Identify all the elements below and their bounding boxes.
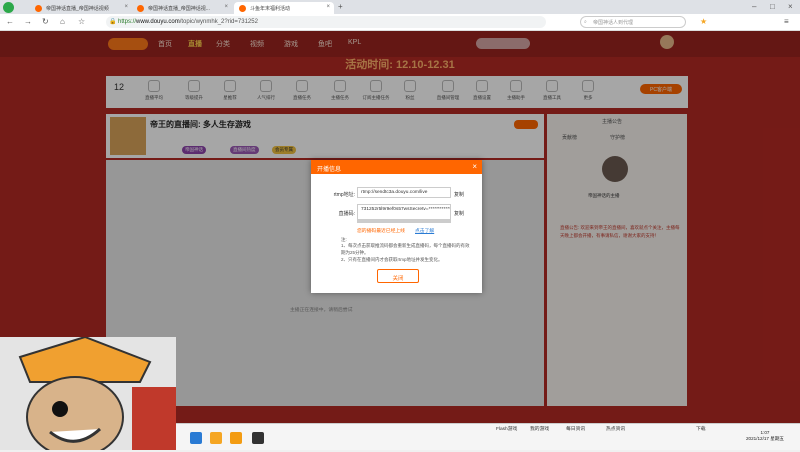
- browser-tab-3[interactable]: 斗鱼年末福利活动 ×: [234, 2, 334, 14]
- taskbar-download[interactable]: 下载: [696, 425, 706, 432]
- extension-icon[interactable]: ★: [700, 17, 707, 27]
- webcam-character-image: [0, 335, 176, 452]
- rtmp-address-field[interactable]: rtmp://sendtc3a.douyu.com/live: [357, 187, 451, 198]
- webcam-overlay: [0, 335, 176, 452]
- copy-key-button[interactable]: 复制: [454, 210, 464, 217]
- lock-icon: 🔒: [109, 19, 117, 25]
- close-icon[interactable]: ×: [326, 4, 330, 10]
- search-placeholder: 帝国神话人到代理: [593, 20, 634, 26]
- taskbar-hot-link[interactable]: 热点资讯: [606, 425, 625, 432]
- back-icon[interactable]: ←: [6, 17, 14, 27]
- browser-tab-2[interactable]: 帝国神话直播_帝国神话视... ×: [132, 2, 232, 14]
- tab-favicon-icon: [35, 5, 42, 12]
- stream-key-field[interactable]: 731252r5l9r9ef0s57wsSecretv=************: [357, 204, 451, 220]
- browser-logo-icon[interactable]: [3, 2, 14, 13]
- learn-more-link[interactable]: 点击了解: [415, 227, 434, 234]
- tab-label: 斗鱼年末福利活动: [250, 6, 291, 12]
- close-dialog-button[interactable]: 关闭: [377, 269, 419, 283]
- browser-search-input[interactable]: ⌕ 帝国神话人到代理: [580, 16, 686, 28]
- tab-label: 帝国神话直播_帝国神话视频: [46, 6, 109, 12]
- close-icon[interactable]: ×: [124, 4, 128, 10]
- note-line: 1、每次点击获取推流码都会重新生成直播码，每个直播码的有效期为25分钟。: [341, 243, 470, 255]
- copy-rtmp-button[interactable]: 复制: [454, 191, 464, 198]
- home-icon[interactable]: ⌂: [60, 17, 65, 27]
- forward-icon[interactable]: →: [24, 17, 32, 27]
- warn-text: 您的播码最近已经上线: [357, 229, 405, 234]
- rtmp-label: rtmp地址:: [333, 192, 355, 198]
- taskbar-app-icon[interactable]: [252, 432, 264, 444]
- close-window-icon[interactable]: ×: [788, 2, 793, 12]
- browser-tab-1[interactable]: 帝国神话直播_帝国神话视频 ×: [30, 2, 132, 14]
- url-path: /topic/wynmhk_2?rid=731252: [179, 19, 258, 25]
- taskbar-flash-link[interactable]: Flash游戏: [496, 425, 517, 432]
- tab-favicon-icon: [239, 5, 246, 12]
- close-icon[interactable]: ×: [472, 162, 477, 171]
- maximize-icon[interactable]: □: [770, 2, 775, 12]
- minimize-icon[interactable]: –: [752, 2, 756, 12]
- url-domain: www.douyu.com: [136, 19, 180, 25]
- taskbar-daily-link[interactable]: 每日资讯: [566, 425, 585, 432]
- taskbar-app-icon[interactable]: [210, 432, 222, 444]
- clock-date: 2021/12/17 星期五: [745, 436, 785, 441]
- stream-key-label: 直播码:: [338, 211, 355, 217]
- url-scheme: https://: [118, 19, 137, 25]
- key-scrollbar[interactable]: [357, 220, 451, 223]
- tab-label: 帝国神话直播_帝国神话视...: [148, 6, 210, 12]
- dialog-title: 开播信息: [311, 160, 482, 174]
- taskbar-games-link[interactable]: 我的游戏: [530, 425, 549, 432]
- tab-favicon-icon: [137, 5, 144, 12]
- taskbar: [176, 423, 800, 450]
- note-line: 2、只有在直播间内才会获取rtmp地址并发生变化。: [341, 257, 443, 262]
- address-input[interactable]: 🔒 https://www.douyu.com/topic/wynmhk_2?ri…: [106, 16, 546, 28]
- close-icon[interactable]: ×: [224, 4, 228, 10]
- taskbar-app-icon[interactable]: [190, 432, 202, 444]
- bookmark-star-icon[interactable]: ☆: [78, 17, 85, 27]
- stream-info-dialog: 开播信息 × rtmp地址: rtmp://sendtc3a.douyu.com…: [311, 160, 482, 293]
- new-tab-icon[interactable]: +: [338, 2, 343, 12]
- search-icon: ⌕: [584, 19, 587, 25]
- menu-icon[interactable]: ≡: [784, 17, 789, 27]
- taskbar-app-icon[interactable]: [230, 432, 242, 444]
- system-clock: 1:07 2021/12/17 星期五: [734, 430, 796, 442]
- reload-icon[interactable]: ↻: [42, 17, 49, 27]
